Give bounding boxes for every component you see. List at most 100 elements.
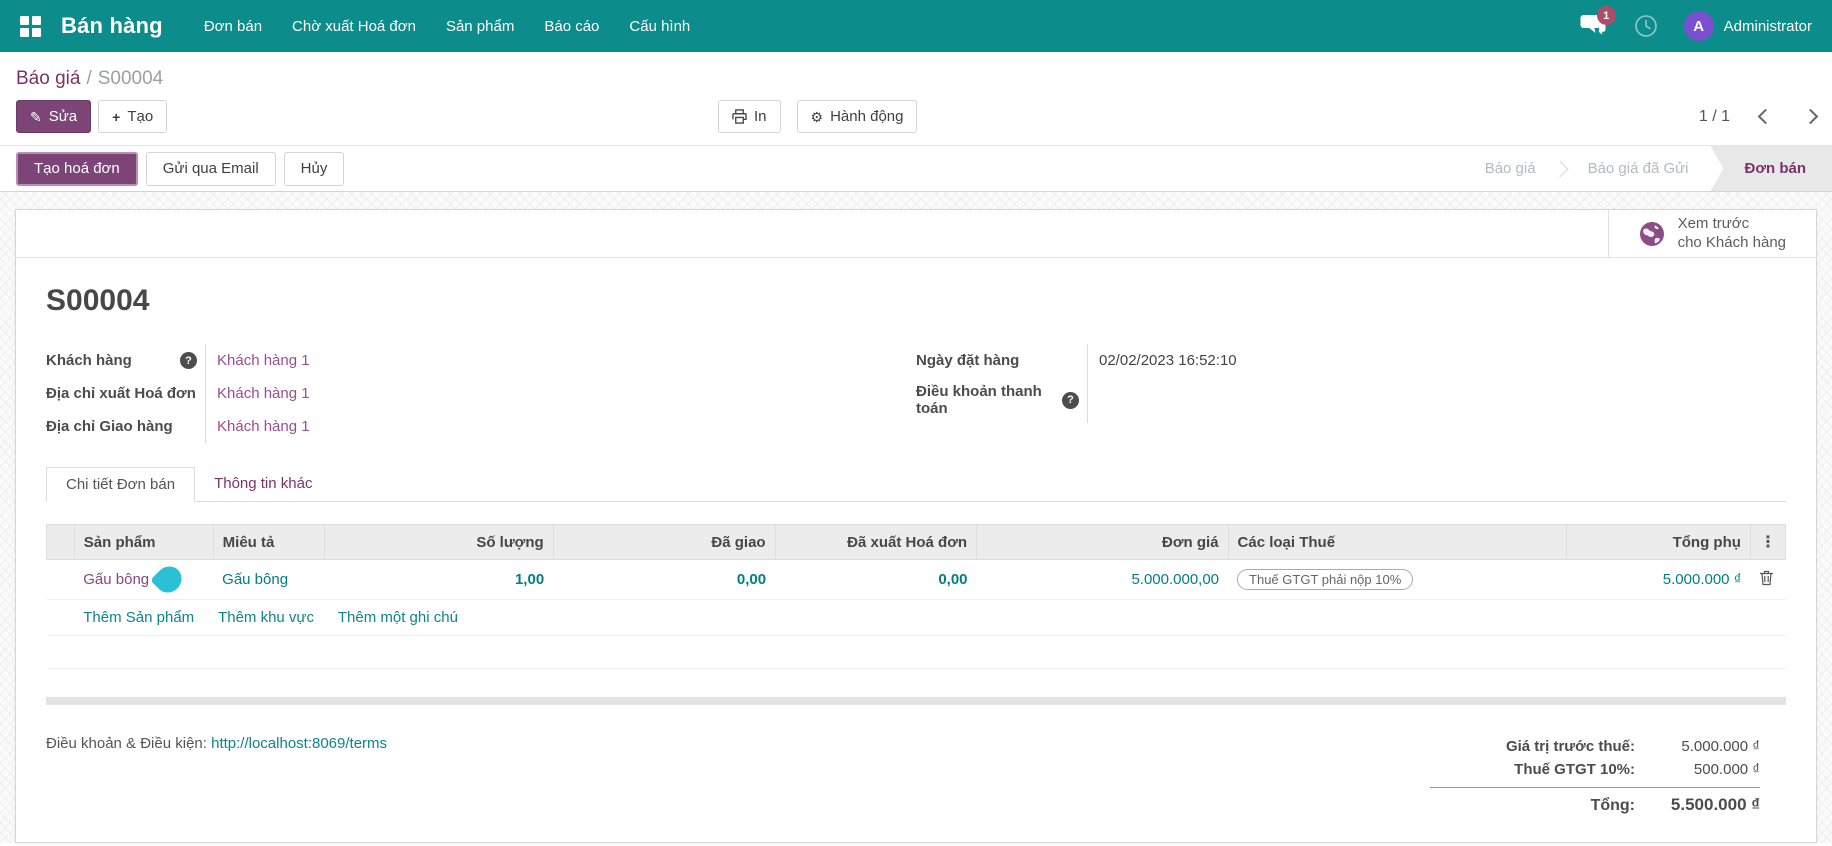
row-handle — [46, 559, 75, 600]
state-bao-gia[interactable]: Báo giá — [1463, 146, 1558, 191]
apps-grid-icon[interactable] — [20, 15, 41, 37]
col-product: Sản phẩm — [73, 524, 214, 560]
row-delivered: 0,00 — [553, 559, 776, 600]
send-email-button[interactable]: Gửi qua Email — [145, 151, 276, 186]
avatar: A — [1683, 11, 1714, 41]
tax-amount-value: 500.000 ₫ — [1693, 761, 1760, 778]
delivery-address-link[interactable]: Khách hàng 1 — [206, 410, 310, 443]
add-product-link[interactable]: Thêm Sản phẩm — [83, 609, 194, 626]
chevron-right-icon[interactable] — [1802, 108, 1819, 125]
row-quantity: 1,00 — [324, 559, 554, 600]
state-don-ban[interactable]: Đơn bán — [1710, 146, 1832, 191]
form-statusbar: Tạo hoá đơn Gửi qua Email Hủy Báo giá Bá… — [0, 145, 1832, 192]
help-icon: ? — [1062, 391, 1079, 409]
payment-terms-value — [1088, 377, 1099, 423]
user-name: Administrator — [1723, 17, 1812, 35]
gear-icon: ⚙ — [810, 108, 824, 125]
presence-cursor-icon — [150, 561, 188, 598]
printer-icon — [732, 109, 747, 124]
terms-label: Điều khoản & Điều kiện: — [46, 735, 207, 752]
sheet-top-strip: Xem trước cho Khách hàng — [16, 210, 1816, 258]
order-date-value: 02/02/2023 16:52:10 — [1099, 352, 1237, 369]
tab-order-lines[interactable]: Chi tiết Đơn bán — [46, 467, 196, 502]
add-note-link[interactable]: Thêm một ghi chú — [338, 609, 458, 626]
nav-item-san-pham[interactable]: Sản phẩm — [431, 0, 529, 52]
tax-amount-row: Thuế GTGT 10%: 500.000 ₫ — [1430, 758, 1760, 781]
create-button-label: Tạo — [127, 108, 154, 125]
create-button[interactable]: + Tạo — [98, 100, 168, 133]
chevron-left-icon[interactable] — [1757, 108, 1774, 125]
tab-other-info[interactable]: Thông tin khác — [195, 467, 331, 501]
customer-link[interactable]: Khách hàng 1 — [206, 344, 310, 377]
cancel-button[interactable]: Hủy — [283, 151, 345, 186]
field-delivery-address: Địa chỉ Giao hàng Khách hàng 1 — [46, 410, 916, 443]
form-sheet: Xem trước cho Khách hàng S00004 Khách hà… — [15, 209, 1817, 843]
notification-badge: 1 — [1596, 6, 1616, 25]
more-options-icon: ⋮ — [1759, 534, 1776, 551]
list-scrollbar-track — [46, 697, 1786, 705]
col-quantity: Số lượng — [323, 524, 554, 560]
pager: 1 / 1 — [1698, 107, 1819, 126]
untaxed-amount-label: Giá trị trước thuế: — [1505, 738, 1635, 755]
field-label: Địa chỉ Giao hàng — [46, 418, 173, 435]
table-footer-links-row: Thêm Sản phẩm Thêm khu vực Thêm một ghi … — [46, 599, 1786, 636]
optional-columns-header[interactable]: ⋮ — [1749, 524, 1787, 560]
breadcrumb-current: S00004 — [97, 68, 164, 89]
main-menu: Đơn bán Chờ xuất Hoá đơn Sản phẩm Báo cá… — [189, 0, 705, 52]
clock-icon[interactable] — [1634, 14, 1658, 38]
field-groups: Khách hàng? Khách hàng 1 Địa chỉ xuất Ho… — [46, 344, 1786, 443]
action-button-label: Hành động — [830, 108, 904, 125]
col-invoiced: Đã xuất Hoá đơn — [774, 524, 978, 560]
field-label: Ngày đặt hàng — [916, 352, 1020, 369]
action-button[interactable]: ⚙ Hành động — [796, 100, 918, 133]
nav-item-cho-xuat-hoa-don[interactable]: Chờ xuất Hoá đơn — [277, 0, 431, 52]
tax-amount-label: Thuế GTGT 10%: — [1514, 761, 1635, 778]
untaxed-amount-value: 5.000.000 ₫ — [1681, 738, 1760, 755]
status-pipeline: Báo giá Báo giá đã Gửi Đơn bán — [1463, 146, 1832, 191]
invoice-address-link[interactable]: Khách hàng 1 — [206, 377, 310, 410]
totals-separator — [1430, 787, 1760, 788]
globe-icon — [1639, 221, 1664, 246]
add-section-link[interactable]: Thêm khu vực — [218, 609, 314, 626]
col-unit-price: Đơn giá — [976, 524, 1229, 560]
preview-link-line2: cho Khách hàng — [1677, 233, 1786, 251]
col-taxes: Các loại Thuế — [1227, 524, 1568, 560]
table-header-row: Sản phẩm Miêu tả Số lượng Đã giao Đã xuấ… — [46, 524, 1787, 560]
breadcrumb-parent-link[interactable]: Báo giá — [16, 68, 80, 89]
create-invoice-button[interactable]: Tạo hoá đơn — [16, 151, 138, 186]
sheet-footer: Điều khoản & Điều kiện: http://localhost… — [46, 735, 1786, 818]
untaxed-amount-row: Giá trị trước thuế: 5.000.000 ₫ — [1430, 735, 1760, 758]
grand-total-row: Tổng: 5.500.000 ₫ — [1430, 792, 1760, 818]
product-link[interactable]: Gấu bông — [83, 571, 149, 588]
print-button[interactable]: In — [718, 100, 781, 133]
breadcrumb-separator: / — [86, 68, 92, 89]
nav-item-cau-hinh[interactable]: Cấu hình — [614, 0, 705, 52]
app-name[interactable]: Bán hàng — [61, 13, 163, 39]
row-description: Gấu bông — [213, 559, 325, 600]
user-menu[interactable]: A Administrator — [1683, 11, 1812, 41]
nav-item-bao-cao[interactable]: Báo cáo — [529, 0, 614, 52]
preview-link-line1: Xem trước — [1677, 214, 1750, 232]
col-subtotal: Tổng phụ — [1566, 524, 1751, 560]
customer-preview-link[interactable]: Xem trước cho Khách hàng — [1607, 210, 1816, 257]
row-invoiced: 0,00 — [775, 559, 977, 600]
row-unit-price: 5.000.000,00 — [976, 559, 1229, 600]
field-label: Địa chỉ xuất Hoá đơn — [46, 385, 196, 402]
messages-button[interactable]: 1 — [1580, 6, 1616, 39]
navbar-systray: 1 A Administrator — [1580, 6, 1812, 41]
state-bao-gia-da-gui[interactable]: Báo giá đã Gửi — [1566, 146, 1711, 191]
terms-link[interactable]: http://localhost:8069/terms — [211, 735, 387, 752]
top-navbar: Bán hàng Đơn bán Chờ xuất Hoá đơn Sản ph… — [0, 0, 1832, 52]
order-lines-table: Sản phẩm Miêu tả Số lượng Đã giao Đã xuấ… — [46, 524, 1787, 669]
nav-item-don-ban[interactable]: Đơn bán — [189, 0, 277, 52]
edit-button-label: Sửa — [48, 108, 78, 125]
trash-icon[interactable] — [1759, 570, 1774, 586]
table-row[interactable]: Gấu bông Gấu bông 1,00 0,00 0,00 5.000.0… — [46, 559, 1786, 600]
pencil-icon: ✎ — [30, 108, 42, 125]
pager-value: 1 / 1 — [1698, 107, 1730, 125]
totals-block: Giá trị trước thuế: 5.000.000 ₫ Thuế GTG… — [1430, 735, 1760, 818]
field-label: Điều khoản thanh toán — [916, 383, 1042, 417]
edit-button[interactable]: ✎ Sửa — [16, 100, 92, 133]
tax-tag: Thuế GTGT phải nộp 10% — [1237, 569, 1414, 590]
notebook-tabs: Chi tiết Đơn bán Thông tin khác — [46, 467, 1786, 502]
